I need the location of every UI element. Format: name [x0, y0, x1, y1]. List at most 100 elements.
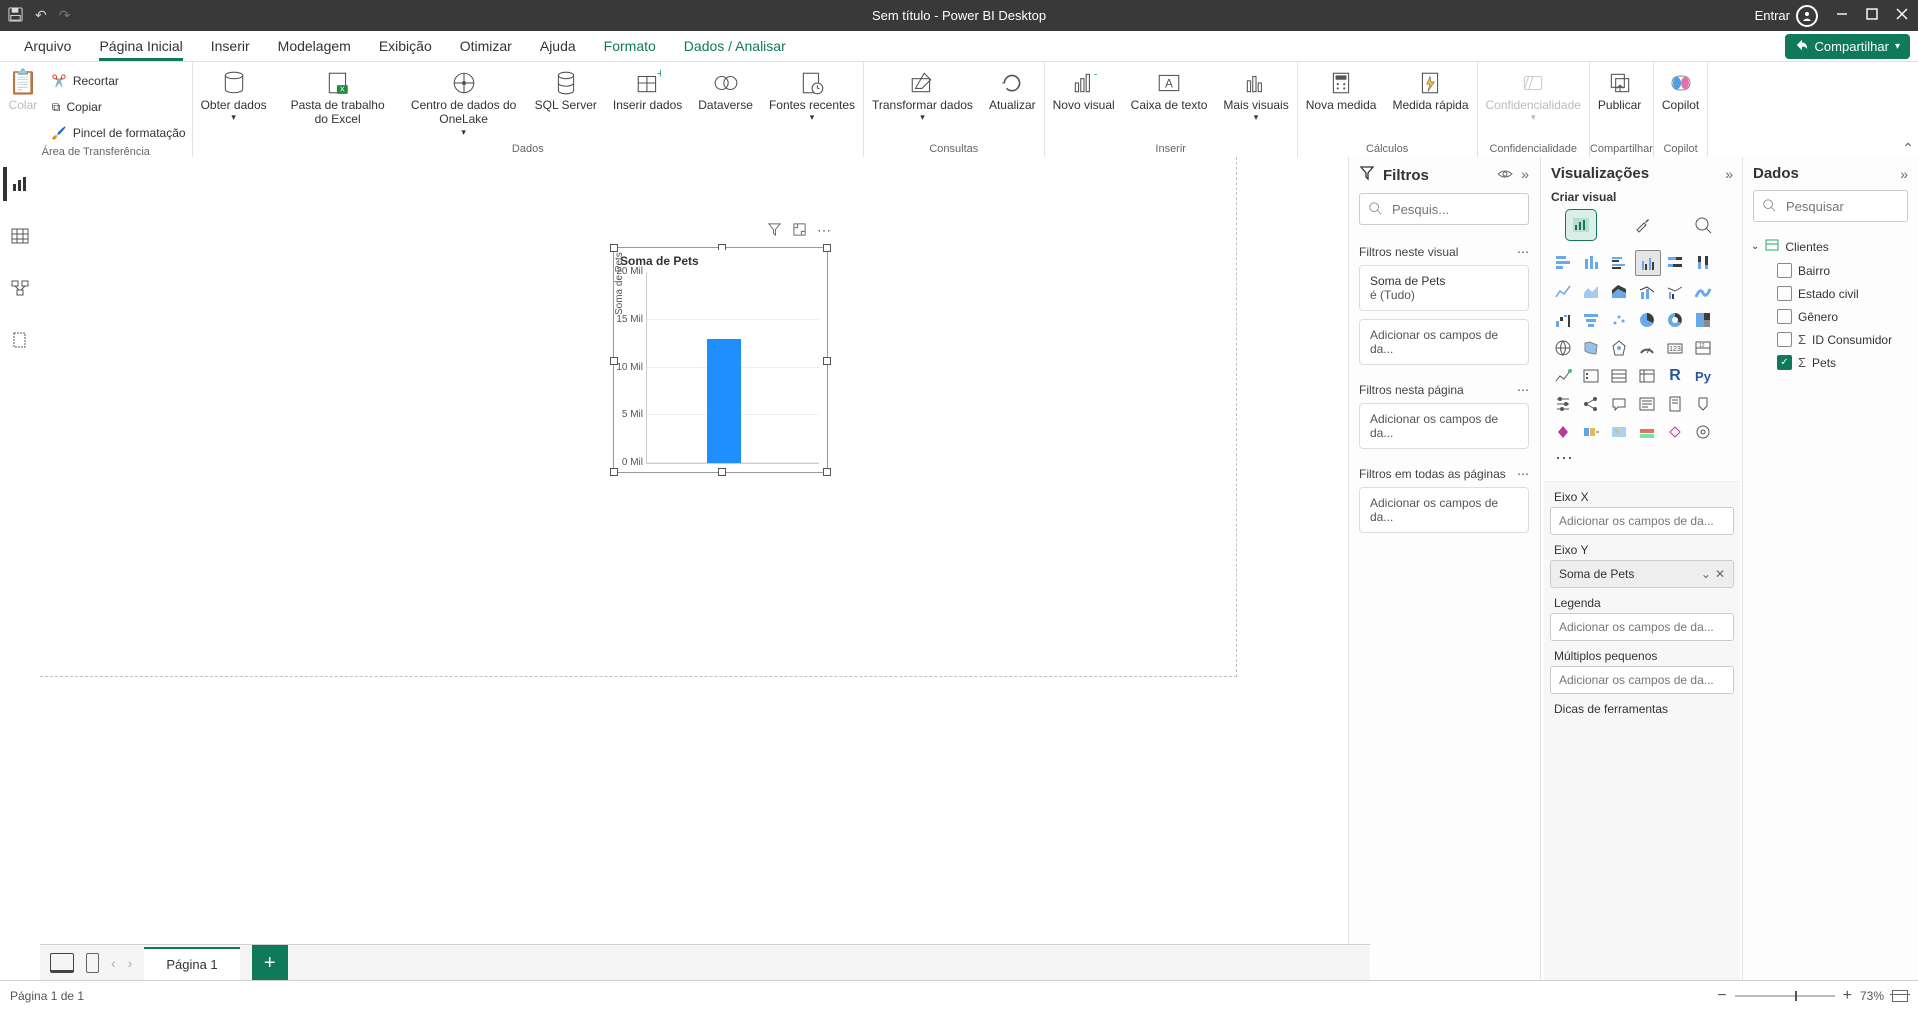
maximize-button[interactable] — [1866, 8, 1878, 23]
format-visual-tab[interactable] — [1627, 210, 1657, 240]
tab-view[interactable]: Exibição — [379, 31, 432, 61]
chart-visual[interactable]: ⋯ Soma de Pets Soma de Pets 0 Mil 5 Mil … — [613, 247, 828, 473]
viz-line-clustered[interactable] — [1663, 280, 1687, 304]
filter-add-fields-visual[interactable]: Adicionar os campos de da... — [1359, 319, 1529, 365]
tab-data-analyze[interactable]: Dados / Analisar — [684, 31, 786, 61]
refresh-button[interactable]: Atualizar — [981, 64, 1044, 123]
eye-icon[interactable] — [1497, 166, 1513, 185]
collapse-pane-icon[interactable]: » — [1521, 166, 1529, 185]
viz-matrix[interactable] — [1635, 364, 1659, 388]
zoom-out-button[interactable]: − — [1717, 987, 1726, 1005]
viz-stacked-column[interactable] — [1579, 250, 1603, 274]
transform-data-button[interactable]: Transformar dados ▾ — [864, 64, 981, 123]
page-prev[interactable]: ‹ — [111, 955, 116, 971]
viz-waterfall[interactable] — [1551, 308, 1575, 332]
viz-slicer[interactable] — [1579, 364, 1603, 388]
copy-button[interactable]: ⧉ Copiar — [46, 94, 192, 120]
filter-search[interactable] — [1359, 193, 1529, 225]
undo-button[interactable]: ↶ — [35, 7, 47, 25]
viz-stacked-area[interactable] — [1607, 280, 1631, 304]
viz-multi-card[interactable]: 12 — [1691, 336, 1715, 360]
tab-insert[interactable]: Inserir — [211, 31, 250, 61]
new-measure-button[interactable]: Nova medida — [1298, 64, 1385, 112]
viz-qa[interactable] — [1607, 392, 1631, 416]
checkbox[interactable] — [1777, 309, 1792, 324]
viz-stacked-bar[interactable] — [1551, 250, 1575, 274]
paste-button[interactable]: 📋 Colar — [0, 64, 46, 146]
section-more-icon-2[interactable]: ⋯ — [1517, 383, 1529, 397]
table-view-button[interactable] — [3, 219, 37, 253]
close-button[interactable] — [1896, 8, 1914, 23]
save-button[interactable] — [8, 7, 23, 25]
viz-100-column[interactable] — [1691, 250, 1715, 274]
dataverse-button[interactable]: Dataverse — [690, 64, 761, 138]
visual-more-icon[interactable]: ⋯ — [817, 222, 831, 240]
viz-automate[interactable] — [1579, 420, 1603, 444]
viz-line[interactable] — [1551, 280, 1575, 304]
collapse-ribbon-button[interactable]: ⌃ — [1902, 140, 1914, 157]
viz-gallery-more[interactable]: ⋯ — [1551, 448, 1715, 469]
field-id-consumidor[interactable]: Σ ID Consumidor — [1749, 328, 1912, 351]
viz-kpi[interactable] — [1551, 364, 1575, 388]
onelake-hub-button[interactable]: Centro de dados do OneLake ▾ — [401, 64, 527, 138]
text-box-button[interactable]: A Caixa de texto — [1123, 64, 1216, 123]
tab-file[interactable]: Arquivo — [24, 31, 71, 61]
more-visuals-button[interactable]: Mais visuais ▾ — [1215, 64, 1296, 123]
mobile-layout-icon[interactable] — [86, 953, 99, 973]
filter-card-soma-pets[interactable]: Soma de Pets é (Tudo) — [1359, 265, 1529, 311]
viz-donut[interactable] — [1663, 308, 1687, 332]
well-y-drop[interactable]: Soma de Pets ⌄ ✕ — [1550, 560, 1734, 588]
page-tab-1[interactable]: Página 1 — [144, 947, 239, 980]
viz-card[interactable]: 123 — [1663, 336, 1687, 360]
excel-workbook-button[interactable]: X Pasta de trabalho do Excel — [275, 64, 401, 138]
field-estado-civil[interactable]: Estado civil — [1749, 282, 1912, 305]
report-canvas[interactable]: ⋯ Soma de Pets Soma de Pets 0 Mil 5 Mil … — [40, 157, 1370, 945]
tab-help[interactable]: Ajuda — [540, 31, 576, 61]
checkbox[interactable] — [1777, 332, 1792, 347]
viz-custom2[interactable] — [1691, 420, 1715, 444]
data-search[interactable] — [1753, 190, 1908, 222]
viz-ribbon[interactable] — [1691, 280, 1715, 304]
viz-filled-map[interactable] — [1579, 336, 1603, 360]
viz-arcgis[interactable] — [1607, 420, 1631, 444]
section-more-icon[interactable]: ⋯ — [1517, 245, 1529, 259]
viz-scatter[interactable] — [1607, 308, 1631, 332]
sql-server-button[interactable]: SQL Server — [527, 64, 605, 138]
table-clientes[interactable]: ⌄ Clientes — [1749, 234, 1912, 259]
viz-paginated[interactable] — [1663, 392, 1687, 416]
tab-optimize[interactable]: Otimizar — [460, 31, 512, 61]
viz-goals[interactable] — [1691, 392, 1715, 416]
redo-button[interactable]: ↷ — [59, 7, 71, 25]
page-next[interactable]: › — [128, 955, 133, 971]
viz-key-influencers[interactable] — [1551, 392, 1575, 416]
dax-view-button[interactable] — [3, 323, 37, 357]
well-legend-drop[interactable]: Adicionar os campos de da... — [1550, 613, 1734, 641]
tab-modeling[interactable]: Modelagem — [278, 31, 351, 61]
viz-funnel[interactable] — [1579, 308, 1603, 332]
filter-add-fields-page[interactable]: Adicionar os campos de da... — [1359, 403, 1529, 449]
add-page-button[interactable]: + — [252, 945, 288, 981]
signin-button[interactable]: Entrar — [1755, 5, 1818, 27]
viz-100-bar[interactable] — [1663, 250, 1687, 274]
viz-sparkline[interactable] — [1635, 420, 1659, 444]
collapse-pane-icon-2[interactable]: » — [1725, 166, 1733, 182]
visual-filter-icon[interactable] — [767, 222, 782, 240]
field-pets[interactable]: ✓ Σ Pets — [1749, 351, 1912, 374]
viz-map[interactable] — [1551, 336, 1575, 360]
publish-button[interactable]: Publicar — [1590, 64, 1649, 112]
checkbox-checked[interactable]: ✓ — [1777, 355, 1792, 370]
data-search-input[interactable] — [1784, 198, 1899, 215]
well-x-drop[interactable]: Adicionar os campos de da... — [1550, 507, 1734, 535]
viz-decomp-tree[interactable] — [1579, 392, 1603, 416]
checkbox[interactable] — [1777, 286, 1792, 301]
viz-py[interactable]: Py — [1691, 364, 1715, 388]
field-bairro[interactable]: Bairro — [1749, 259, 1912, 282]
report-view-button[interactable] — [3, 167, 37, 201]
fit-to-page-button[interactable] — [1892, 990, 1908, 1002]
copilot-button[interactable]: Copilot — [1654, 64, 1707, 112]
analytics-tab[interactable] — [1688, 210, 1718, 240]
well-smallmult-drop[interactable]: Adicionar os campos de da... — [1550, 666, 1734, 694]
viz-table[interactable] — [1607, 364, 1631, 388]
zoom-slider[interactable] — [1735, 995, 1835, 997]
section-more-icon-3[interactable]: ⋯ — [1517, 467, 1529, 481]
